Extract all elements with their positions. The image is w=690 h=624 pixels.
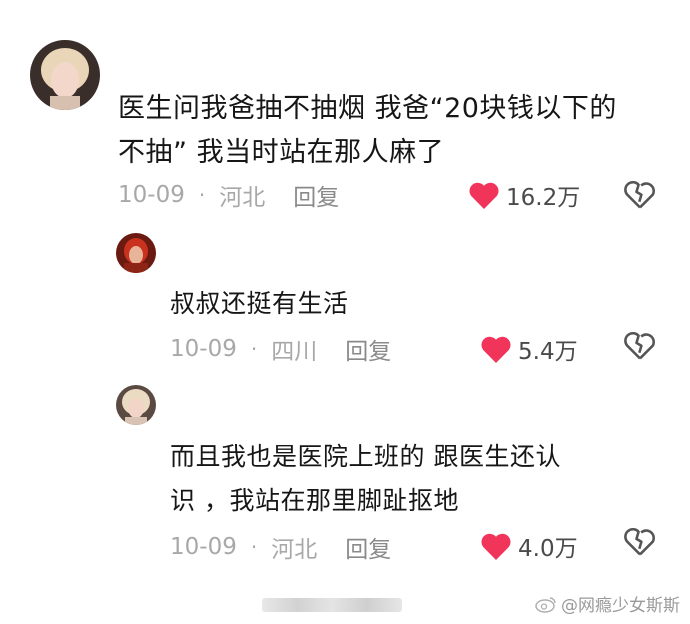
dislike-button[interactable]	[623, 526, 657, 556]
reply-button[interactable]: 回复	[345, 530, 391, 564]
comment-date: 10-09	[170, 534, 237, 560]
broken-heart-icon	[624, 180, 655, 209]
reply-button[interactable]: 回复	[293, 178, 339, 212]
comment-date: 10-09	[118, 182, 185, 208]
watermark: @网瘾少女斯斯	[535, 591, 680, 616]
like-button[interactable]: 5.4万	[480, 332, 578, 366]
heart-icon	[481, 336, 511, 363]
watermark-text: @网瘾少女斯斯	[561, 596, 680, 616]
reply-button[interactable]: 回复	[345, 332, 391, 366]
comment-date: 10-09	[170, 336, 237, 362]
comment-region: 河北	[219, 185, 266, 211]
avatar[interactable]	[30, 40, 100, 110]
separator-dot: ·	[250, 535, 258, 559]
like-count: 16.2万	[506, 185, 581, 211]
like-button[interactable]: 4.0万	[480, 529, 578, 563]
weibo-icon	[535, 596, 556, 613]
heart-icon	[469, 182, 499, 209]
comment-region: 河北	[271, 537, 318, 563]
comment-region: 四川	[271, 339, 318, 365]
avatar[interactable]	[116, 233, 156, 273]
separator-dot: ·	[198, 183, 206, 207]
dislike-button[interactable]	[623, 330, 657, 360]
broken-heart-icon	[624, 331, 655, 360]
comment-text-line-2: 不抽” 我当时站在那人麻了	[118, 137, 445, 168]
like-count: 5.4万	[518, 339, 578, 365]
comment-text-line-2: 识 ，我站在那里脚趾抠地	[170, 486, 459, 515]
blurred-content	[262, 598, 402, 612]
heart-icon	[481, 533, 511, 560]
broken-heart-icon	[624, 527, 655, 556]
dislike-button[interactable]	[623, 179, 657, 209]
comment-text-line-1: 叔叔还挺有生活	[170, 289, 349, 318]
like-button[interactable]: 16.2万	[468, 178, 580, 212]
comment-text-line-1: 而且我也是医院上班的 跟医生还认	[170, 442, 561, 471]
separator-dot: ·	[250, 337, 258, 361]
comment-text-line-1: 医生问我爸抽不抽烟 我爸“20块钱以下的	[118, 93, 617, 124]
like-count: 4.0万	[518, 536, 578, 562]
avatar[interactable]	[116, 385, 156, 425]
